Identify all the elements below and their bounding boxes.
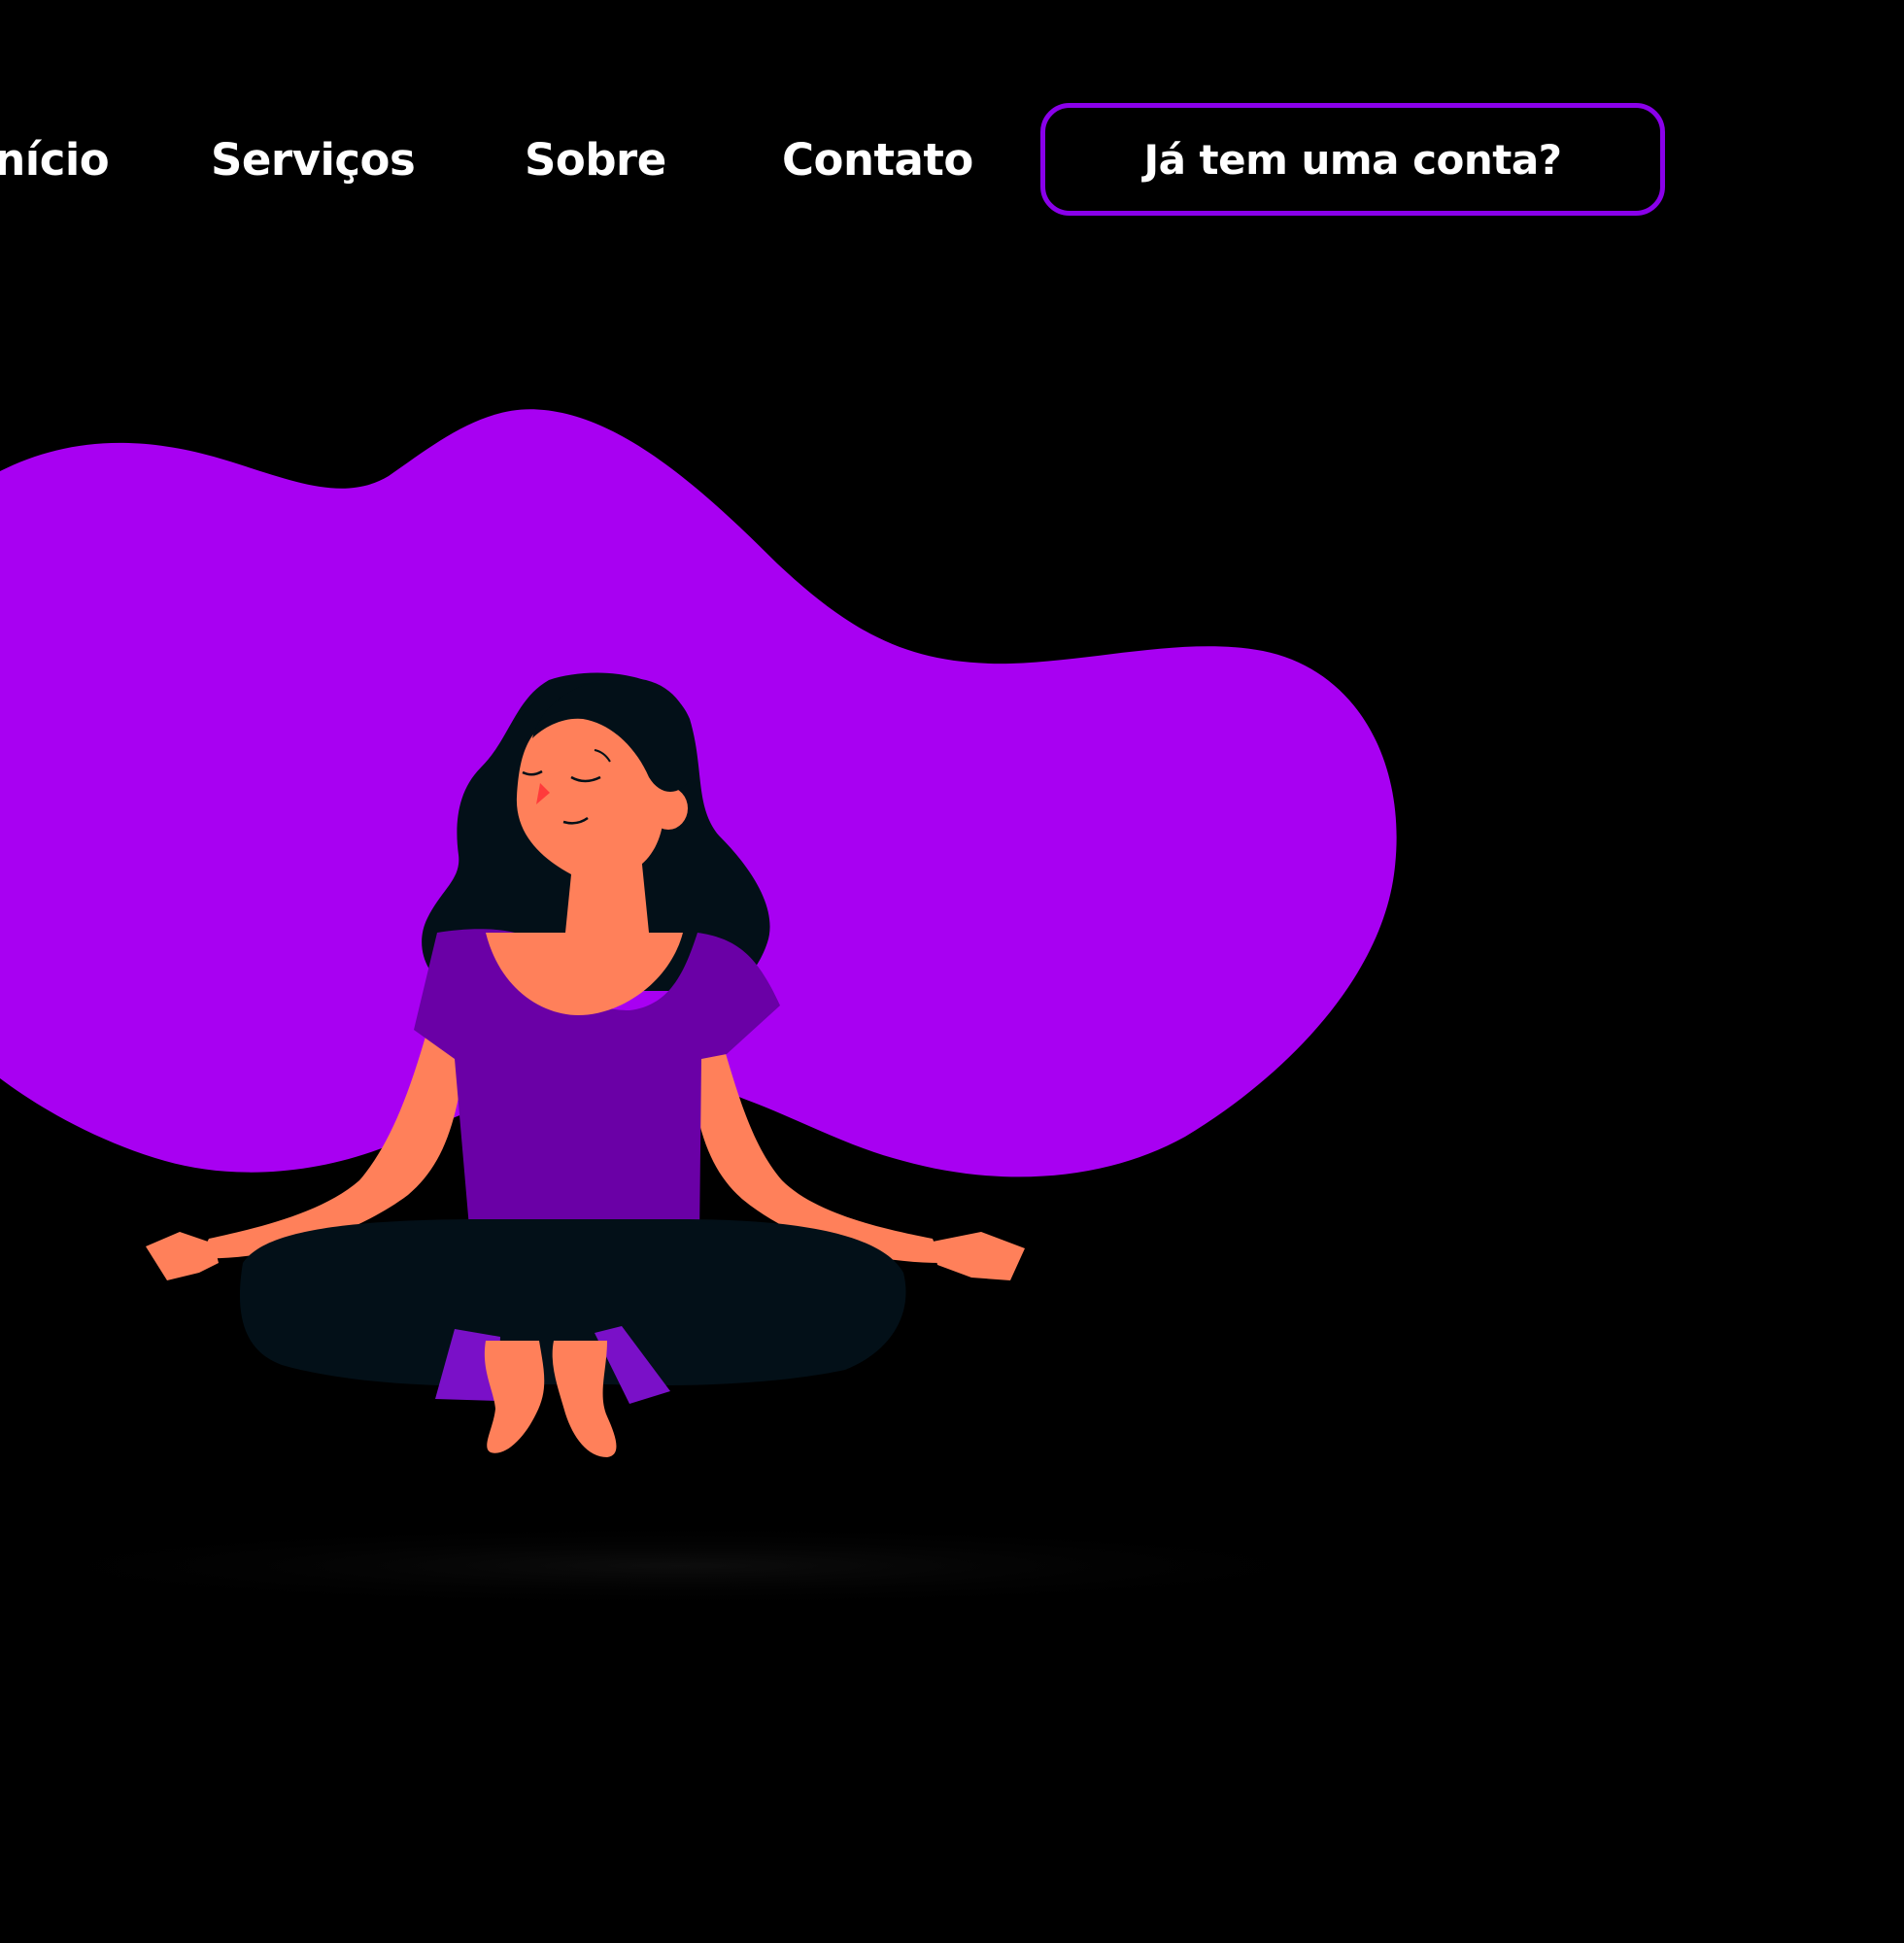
ear-shape: [649, 787, 688, 830]
hero-illustration: [0, 369, 1457, 1652]
right-hand: [933, 1232, 1025, 1280]
nav-link-servicos[interactable]: Serviços: [211, 124, 416, 196]
nav-link-sobre[interactable]: Sobre: [525, 124, 666, 196]
ground-shadow: [0, 1522, 1418, 1610]
nav-link-contato[interactable]: Contato: [782, 124, 973, 196]
left-foot: [484, 1341, 545, 1453]
nav-link-inicio[interactable]: Início: [0, 124, 110, 196]
login-button[interactable]: Já tem uma conta?: [1040, 103, 1665, 216]
left-hand: [146, 1232, 219, 1280]
meditation-illustration: [0, 409, 1418, 1610]
top-navigation: Início Serviços Sobre Contato Já tem uma…: [0, 0, 1904, 253]
